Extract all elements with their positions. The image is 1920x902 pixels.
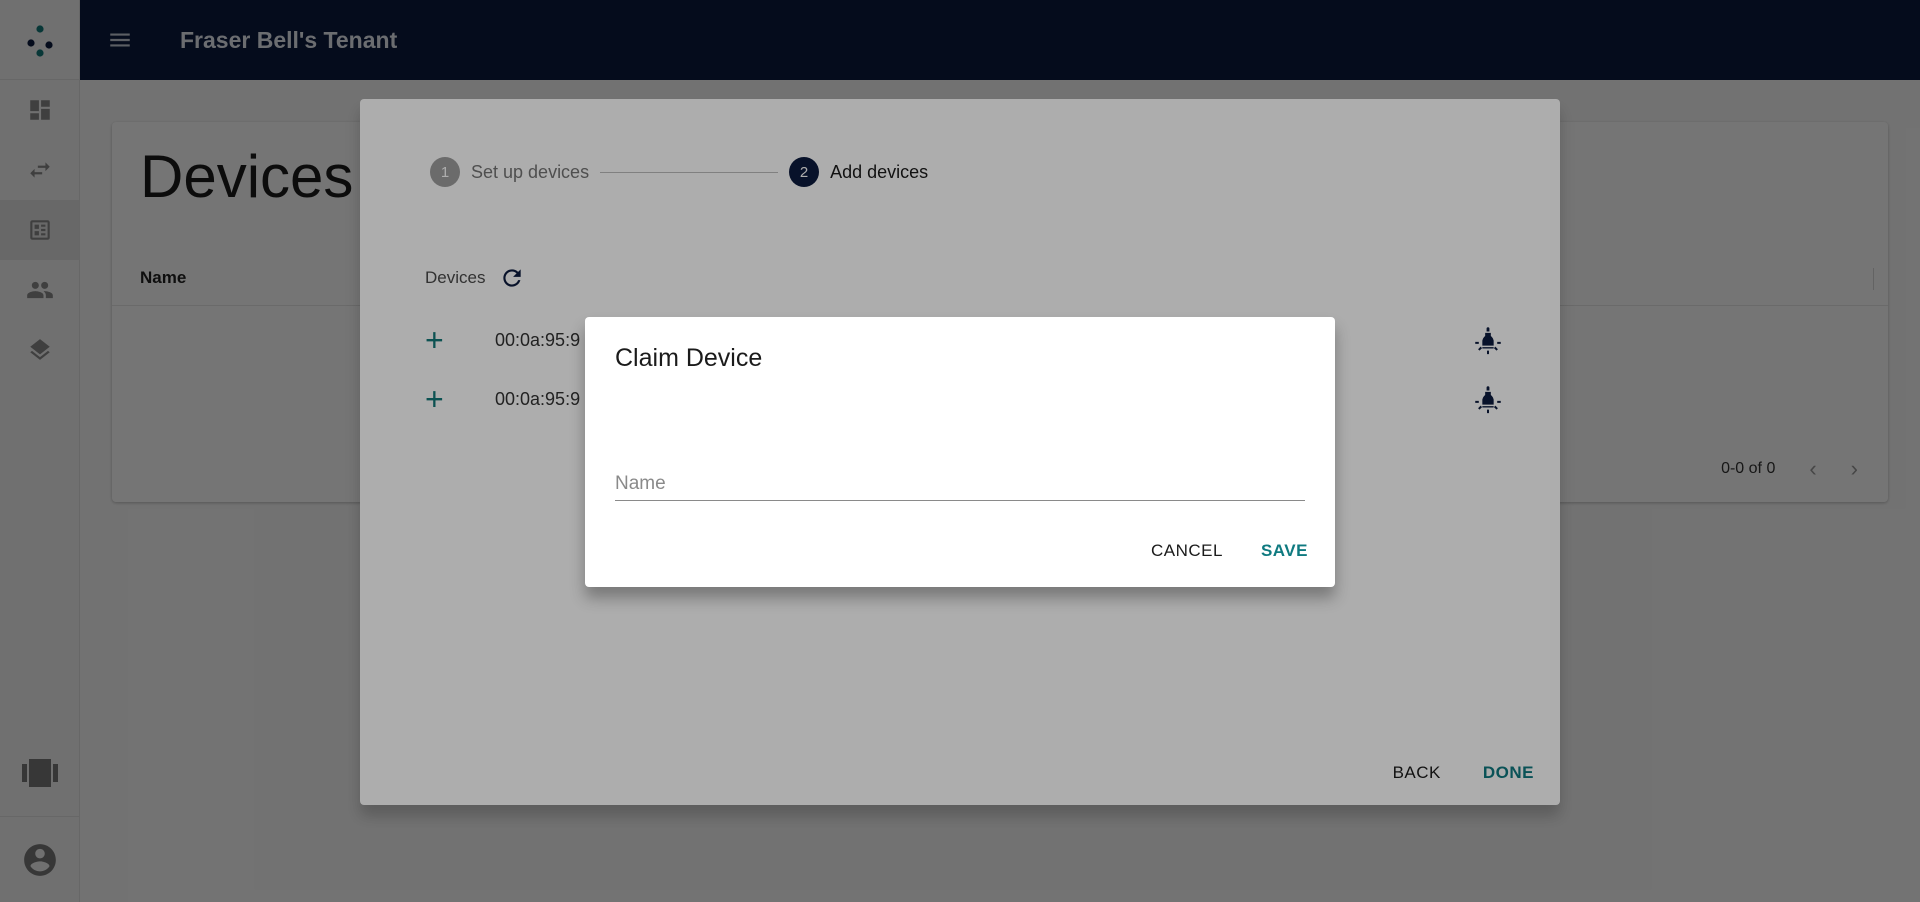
cancel-button[interactable]: CANCEL bbox=[1151, 541, 1223, 561]
dialog-actions: CANCEL SAVE bbox=[1151, 541, 1308, 561]
dialog-title: Claim Device bbox=[615, 344, 763, 372]
claim-device-dialog: Claim Device CANCEL SAVE bbox=[585, 317, 1335, 587]
device-name-input[interactable] bbox=[615, 467, 1305, 501]
save-button[interactable]: SAVE bbox=[1261, 541, 1308, 561]
